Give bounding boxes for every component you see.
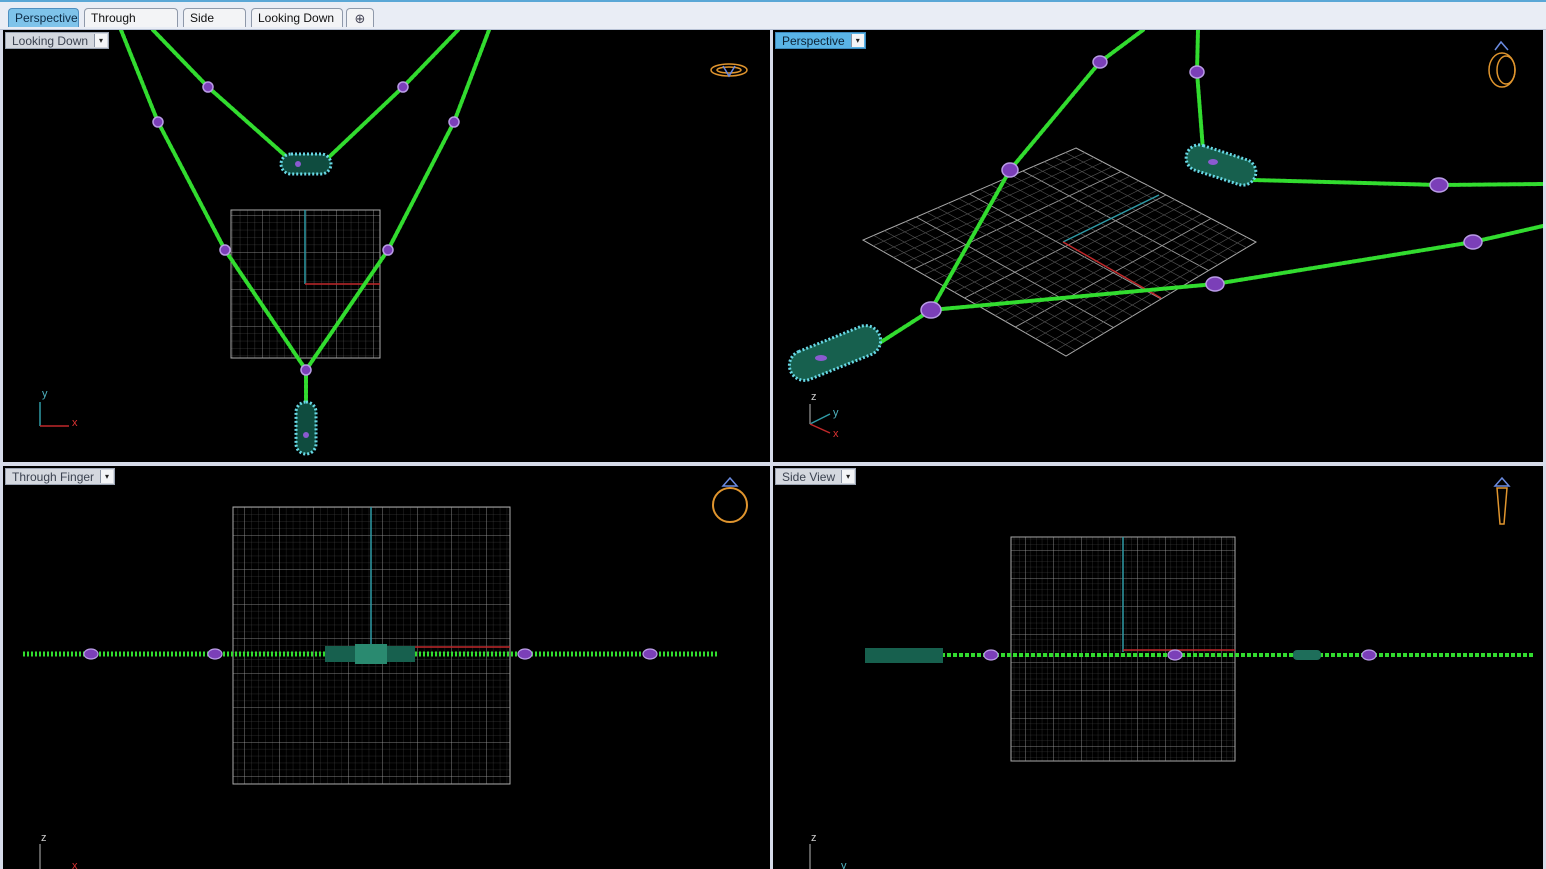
axis-label-y: y	[833, 407, 839, 419]
ring-perspective-icon[interactable]	[1488, 40, 1516, 88]
axis-indicator	[809, 404, 831, 434]
axis-label-z: z	[41, 832, 47, 844]
chevron-down-icon[interactable]: ▾	[94, 34, 108, 47]
tab-through-finger[interactable]: Through Finger	[84, 8, 178, 44]
construction-grid	[230, 209, 381, 359]
viewport-canvas[interactable]	[773, 30, 1543, 462]
viewport-label-looking-down[interactable]: Looking Down ▾	[5, 32, 110, 49]
viewport-label-text: Side View	[782, 470, 836, 484]
chevron-down-icon[interactable]: ▾	[841, 470, 855, 483]
chain-strands	[851, 30, 1543, 362]
viewport-label-perspective[interactable]: Perspective ▾	[775, 32, 866, 49]
viewport-through-finger[interactable]: z x Through Finger ▾	[3, 466, 770, 869]
chevron-down-icon[interactable]: ▾	[850, 34, 864, 47]
axis-label-y: y	[841, 860, 847, 869]
drop-pendant	[787, 324, 883, 382]
axis-indicator	[39, 402, 69, 427]
ring-top-view-icon[interactable]	[710, 63, 748, 78]
viewport-label-side-view[interactable]: Side View ▾	[775, 468, 857, 485]
ring-side-view-icon[interactable]	[1493, 476, 1511, 525]
axis-label-x: x	[72, 860, 78, 869]
axis-label-z: z	[811, 832, 817, 844]
viewport-label-text: Through Finger	[12, 470, 95, 484]
viewport-label-through-finger[interactable]: Through Finger ▾	[5, 468, 116, 485]
viewport-looking-down[interactable]: y x Looking Down ▾	[3, 30, 770, 462]
axis-label-x: x	[72, 417, 78, 429]
pendant-profile	[325, 644, 415, 664]
construction-grid	[861, 147, 1258, 357]
viewport-tab-bar: Perspective Through Finger Side View Loo…	[0, 2, 1546, 44]
viewport-label-text: Looking Down	[12, 34, 89, 48]
construction-grid	[1010, 536, 1236, 762]
axis-label-x: x	[833, 428, 839, 440]
upper-pendant	[1184, 143, 1258, 187]
ring-front-view-icon[interactable]	[712, 476, 748, 523]
viewport-canvas[interactable]	[3, 466, 770, 869]
upper-pendant	[279, 152, 333, 176]
tab-side-view[interactable]: Side View	[183, 8, 246, 44]
axis-label-z: z	[811, 391, 817, 403]
viewport-side-view[interactable]: z y Side View ▾	[773, 466, 1543, 869]
viewport-canvas[interactable]	[3, 30, 770, 462]
drop-pendant	[294, 400, 318, 456]
tab-looking-down[interactable]: Looking Down	[251, 8, 343, 27]
add-tab-button[interactable]: ⊕	[346, 8, 374, 27]
viewport-label-text: Perspective	[782, 34, 845, 48]
chevron-down-icon[interactable]: ▾	[100, 470, 114, 483]
viewport-perspective[interactable]: z y x Perspective ▾	[773, 30, 1543, 462]
tab-perspective[interactable]: Perspective	[8, 8, 79, 27]
viewport-canvas[interactable]	[773, 466, 1543, 869]
chain-beads	[920, 55, 1483, 319]
axis-label-y: y	[42, 388, 48, 400]
